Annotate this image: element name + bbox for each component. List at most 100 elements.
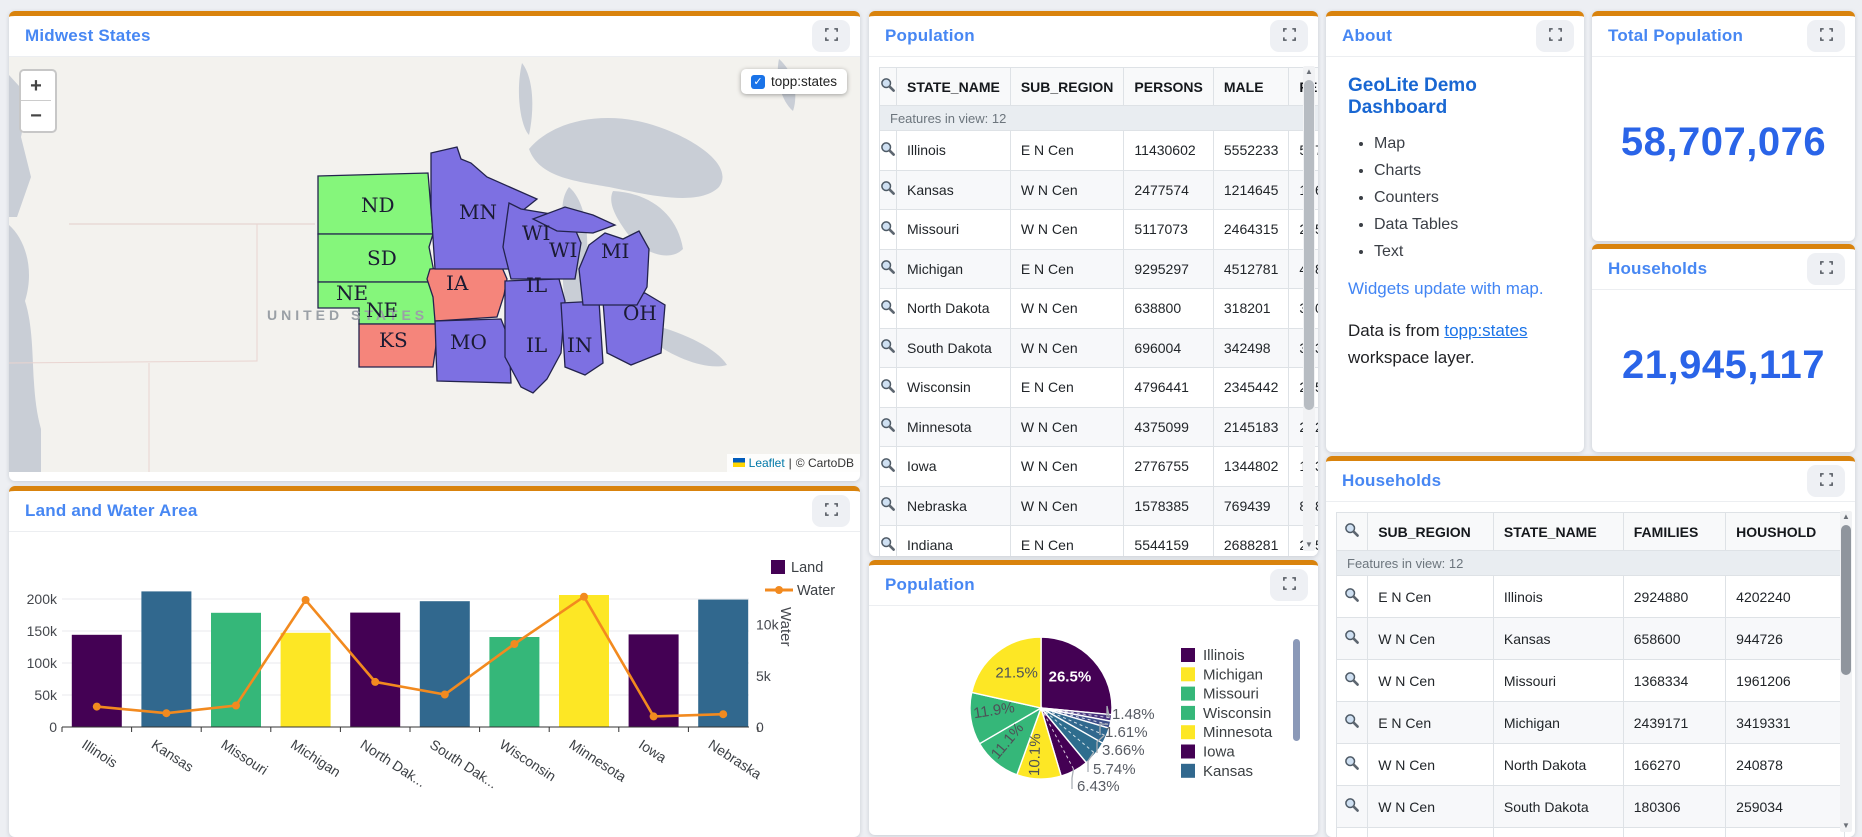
water-point[interactable]	[441, 691, 449, 699]
pie-legend-swatch[interactable]	[1181, 687, 1195, 701]
zoom-to-feature-button[interactable]	[1337, 786, 1368, 828]
land-bar[interactable]	[211, 613, 261, 727]
land-bar[interactable]	[698, 600, 748, 727]
households-table-scrollbar[interactable]: ▲ ▼	[1840, 511, 1852, 832]
pie-legend-label[interactable]: Michigan	[1203, 666, 1263, 683]
water-point[interactable]	[371, 678, 379, 686]
table-row[interactable]: IowaW N Cen277675513448021431953	[880, 447, 1319, 487]
zoom-to-feature-button[interactable]	[880, 447, 897, 487]
zoom-to-feature-button[interactable]	[1337, 744, 1368, 786]
households-table-expand-button[interactable]	[1807, 465, 1845, 497]
pie-legend-swatch[interactable]	[1181, 745, 1195, 759]
zoom-to-feature-button[interactable]	[880, 368, 897, 408]
zoom-to-feature-button[interactable]	[880, 249, 897, 289]
zoom-to-feature-button[interactable]	[1337, 702, 1368, 744]
zoom-to-feature-button[interactable]	[1337, 618, 1368, 660]
households-counter-expand-button[interactable]	[1807, 253, 1845, 285]
table-row[interactable]: MinnesotaW N Cen437509921451832229916	[880, 407, 1319, 447]
pie-legend-label[interactable]: Iowa	[1203, 744, 1235, 761]
zoom-to-feature-button[interactable]	[880, 170, 897, 210]
table-row[interactable]: W N CenKansas658600944726	[1337, 618, 1845, 660]
water-point[interactable]	[719, 710, 727, 718]
table-row[interactable]: NebraskaW N Cen1578385769439808946	[880, 486, 1319, 526]
population-table-expand-button[interactable]	[1270, 20, 1308, 52]
land-bar[interactable]	[559, 595, 609, 727]
column-header[interactable]: FAMILIES	[1623, 513, 1725, 551]
states-map-svg[interactable]: UNITED STATESNDSDNENEKSIAMOMNWIWIILILINM…	[9, 57, 860, 472]
water-point[interactable]	[302, 596, 310, 604]
leaflet-link[interactable]: Leaflet	[749, 456, 785, 470]
column-header[interactable]: SUB_REGION	[1010, 68, 1124, 106]
water-point[interactable]	[93, 703, 101, 711]
table-row[interactable]: MichiganE N Cen929529745127814782516	[880, 249, 1319, 289]
zoom-to-feature-button[interactable]	[880, 289, 897, 329]
table-row[interactable]: W N CenMissouri13683341961206	[1337, 660, 1845, 702]
zoom-to-feature-button[interactable]	[1337, 576, 1368, 618]
zoom-in-button[interactable]: +	[21, 71, 51, 101]
zoom-to-feature-button[interactable]	[880, 328, 897, 368]
zoom-to-feature-button[interactable]	[880, 407, 897, 447]
water-point[interactable]	[232, 702, 240, 710]
pie-legend-swatch[interactable]	[1181, 706, 1195, 720]
pie-legend-label[interactable]: Kansas	[1203, 763, 1253, 780]
zoom-to-feature-button[interactable]	[880, 131, 897, 171]
pie-legend-swatch[interactable]	[1181, 725, 1195, 739]
pie-legend-swatch[interactable]	[1181, 764, 1195, 778]
land-water-expand-button[interactable]	[812, 495, 850, 527]
pie-legend-swatch[interactable]	[1181, 667, 1195, 681]
table-row[interactable]: IllinoisE N Cen1143060255522335878369	[880, 131, 1319, 171]
scroll-down-icon[interactable]: ▼	[1303, 539, 1315, 551]
land-bar[interactable]	[281, 633, 331, 727]
layer-toggle[interactable]: ✓ topp:states	[741, 69, 847, 94]
table-row[interactable]: MissouriW N Cen511707324643152652758	[880, 210, 1319, 250]
column-header[interactable]: SUB_REGION	[1368, 513, 1494, 551]
pie-legend-label[interactable]: Minnesota	[1203, 724, 1273, 741]
legend-swatch-land[interactable]	[771, 560, 785, 574]
legend-label-water[interactable]: Water	[797, 583, 835, 599]
scroll-up-icon[interactable]: ▲	[1840, 511, 1852, 523]
water-point[interactable]	[162, 709, 170, 717]
table-row[interactable]: South DakotaW N Cen696004342498353506	[880, 328, 1319, 368]
population-pie-expand-button[interactable]	[1270, 569, 1308, 601]
column-header[interactable]: HOUSHOLD	[1726, 513, 1845, 551]
table-row[interactable]: North DakotaW N Cen638800318201320599	[880, 289, 1319, 329]
table-row[interactable]: IndianaE N Cen554415926882812855878	[880, 526, 1319, 557]
leaflet-map[interactable]: + − ✓ topp:states UNITED STATESNDSDNENEK…	[9, 57, 860, 472]
map-expand-button[interactable]	[812, 20, 850, 52]
legend-scrollbar[interactable]	[1293, 639, 1300, 741]
column-header[interactable]: PERSONS	[1124, 68, 1213, 106]
pie-legend-label[interactable]: Missouri	[1203, 686, 1259, 703]
land-bar[interactable]	[420, 601, 470, 727]
column-header[interactable]: STATE_NAME	[897, 68, 1011, 106]
population-table-scrollbar[interactable]: ▲ ▼	[1303, 66, 1315, 551]
table-row[interactable]: WisconsinE N Cen479644123454422450999	[880, 368, 1319, 408]
water-point[interactable]	[650, 712, 658, 720]
column-header[interactable]: MALE	[1213, 68, 1289, 106]
table-row[interactable]: KansasW N Cen247757412146451262929	[880, 170, 1319, 210]
pie-legend-swatch[interactable]	[1181, 648, 1195, 662]
table-row[interactable]: E N CenIllinois29248804202240	[1337, 576, 1845, 618]
land-bar[interactable]	[72, 635, 122, 727]
table-row[interactable]: E N CenMichigan24391713419331	[1337, 702, 1845, 744]
zoom-to-feature-button[interactable]	[880, 526, 897, 557]
legend-label-land[interactable]: Land	[791, 560, 823, 576]
land-bar[interactable]	[141, 591, 191, 727]
zoom-to-feature-button[interactable]	[880, 210, 897, 250]
column-header[interactable]: STATE_NAME	[1493, 513, 1623, 551]
total-population-expand-button[interactable]	[1807, 20, 1845, 52]
scroll-up-icon[interactable]: ▲	[1303, 66, 1315, 78]
about-expand-button[interactable]	[1536, 20, 1574, 52]
table-row[interactable]: W N CenNorth Dakota166270240878	[1337, 744, 1845, 786]
water-point[interactable]	[580, 593, 588, 601]
water-point[interactable]	[510, 640, 518, 648]
zoom-out-button[interactable]: −	[21, 101, 51, 131]
pie-legend-label[interactable]: Wisconsin	[1203, 705, 1271, 722]
land-bar[interactable]	[489, 637, 539, 727]
pie-legend-label[interactable]: Illinois	[1203, 647, 1245, 664]
zoom-to-feature-button[interactable]	[1337, 660, 1368, 702]
topp-states-link[interactable]: topp:states	[1444, 321, 1527, 340]
about-heading-link[interactable]: GeoLite Demo Dashboard	[1348, 75, 1562, 119]
checkbox-checked-icon[interactable]: ✓	[751, 75, 765, 89]
table-row[interactable]: W N CenSouth Dakota180306259034	[1337, 786, 1845, 828]
zoom-to-feature-button[interactable]	[880, 486, 897, 526]
